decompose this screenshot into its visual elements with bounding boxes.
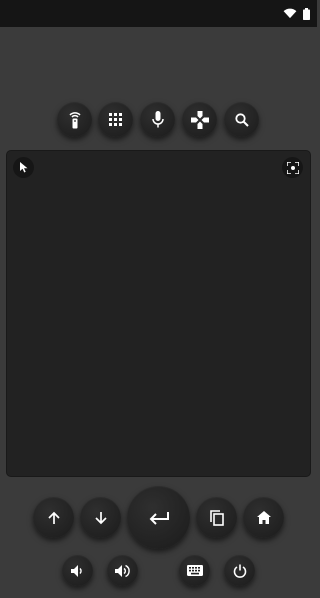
home-icon [256, 511, 271, 524]
home-button[interactable] [243, 497, 284, 538]
up-button[interactable] [33, 497, 74, 538]
gamepad-icon [190, 110, 209, 129]
touchpad[interactable] [6, 150, 311, 477]
remote-control-icon [68, 111, 81, 128]
touchpad-pointer-toggle[interactable] [13, 157, 34, 178]
power-button[interactable] [224, 555, 255, 586]
volume-up-button[interactable] [107, 555, 138, 586]
copy-icon [209, 509, 224, 526]
mouse-pointer-icon [19, 162, 27, 173]
wifi-icon [283, 8, 297, 19]
arrow-down-icon [94, 511, 107, 524]
fullscreen-icon [286, 161, 299, 174]
keyboard-icon [186, 565, 203, 576]
battery-icon [303, 8, 310, 20]
voice-button[interactable] [140, 102, 175, 137]
apps-grid-icon [109, 113, 122, 126]
gamepad-button[interactable] [182, 102, 217, 137]
microphone-icon [151, 111, 164, 128]
down-button[interactable] [80, 497, 121, 538]
search-icon [234, 112, 249, 127]
enter-button[interactable] [127, 486, 190, 549]
keyboard-button[interactable] [179, 555, 210, 586]
volume-down-icon [70, 564, 82, 577]
touchpad-fullscreen-toggle[interactable] [282, 157, 303, 178]
search-button[interactable] [224, 102, 259, 137]
arrow-up-icon [47, 511, 60, 524]
enter-icon [149, 511, 169, 525]
volume-up-icon [115, 564, 130, 577]
volume-down-button[interactable] [62, 555, 93, 586]
apps-button[interactable] [98, 102, 133, 137]
power-icon [233, 564, 246, 578]
remote-button[interactable] [57, 102, 92, 137]
copy-button[interactable] [196, 497, 237, 538]
status-bar [0, 0, 317, 27]
